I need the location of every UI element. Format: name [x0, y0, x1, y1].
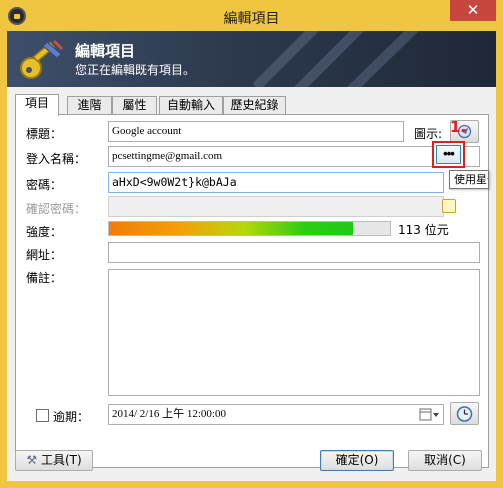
banner-title: 編輯項目 [75, 42, 136, 60]
notes-textarea[interactable] [108, 269, 480, 396]
expiry-date-value: 2014/ 2/16 上午 12:00:00 [112, 408, 226, 420]
edit-entry-window: 編輯項目 ✕ 編輯項目 您正在編輯既有項目。 項目 進階 屬性 自動輸入 歷史紀… [0, 0, 503, 488]
clock-icon [456, 406, 473, 422]
tools-button[interactable]: ⚒ 工具(T) [15, 450, 93, 471]
generate-password-icon[interactable] [442, 199, 456, 213]
title-bar: 編輯項目 ✕ [0, 0, 503, 32]
icon-label: 圖示: [414, 127, 443, 141]
expiry-presets-button[interactable] [450, 402, 479, 425]
banner-subtitle: 您正在編輯既有項目。 [75, 63, 196, 77]
quality-meter-fill [109, 222, 354, 235]
step-annotation: 1. [450, 118, 467, 136]
repeat-password-field[interactable] [108, 196, 444, 217]
username-field[interactable]: pcsettingme@gmail.com [108, 146, 480, 167]
tab-properties[interactable]: 屬性 [112, 96, 157, 115]
tools-icon: ⚒ [26, 453, 38, 467]
show-password-highlight: ••• [432, 141, 465, 168]
cancel-button[interactable]: 取消(C) [408, 450, 482, 471]
tab-entry[interactable]: 項目 [15, 94, 59, 116]
key-icon [20, 40, 63, 79]
banner-watermark-icon [252, 31, 419, 87]
expires-checkbox[interactable] [36, 409, 49, 422]
window-title: 編輯項目 [223, 10, 280, 26]
banner: 編輯項目 您正在編輯既有項目。 [7, 31, 496, 87]
title-field[interactable]: Google account [108, 121, 404, 142]
close-button[interactable]: ✕ [450, 0, 496, 21]
ok-button[interactable]: 確定(O) [320, 450, 394, 471]
entry-panel: 標題： Google account 圖示: 登入名稱： pcsettingme… [15, 114, 489, 468]
password-field[interactable]: aHxD<9w0W2t}k@bAJa [108, 172, 444, 193]
calendar-dropdown-icon[interactable] [419, 407, 441, 422]
tab-auto-type[interactable]: 自動輸入 [159, 96, 223, 115]
notes-label: 備註： [26, 271, 63, 285]
quality-label: 強度： [26, 225, 63, 239]
dialog-client: 編輯項目 您正在編輯既有項目。 項目 進階 屬性 自動輸入 歷史紀錄 標題： G… [7, 31, 496, 481]
tooltip: 使用星號 [449, 170, 489, 189]
expires-label: 逾期： [53, 410, 90, 424]
tools-label: 工具(T) [40, 453, 82, 467]
username-label: 登入名稱： [26, 152, 87, 166]
quality-bits-text: 113 位元 [398, 223, 449, 237]
title-label: 標題： [26, 127, 63, 141]
url-field[interactable] [108, 242, 480, 263]
repeat-password-label: 確認密碼： [26, 202, 87, 216]
tab-advanced[interactable]: 進階 [67, 96, 112, 115]
show-password-button[interactable]: ••• [436, 145, 461, 164]
tab-history[interactable]: 歷史紀錄 [223, 96, 286, 115]
url-label: 網址： [26, 248, 63, 262]
quality-meter [108, 221, 391, 236]
expiry-date-field[interactable]: 2014/ 2/16 上午 12:00:00 [108, 404, 444, 425]
password-label: 密碼： [26, 178, 63, 192]
